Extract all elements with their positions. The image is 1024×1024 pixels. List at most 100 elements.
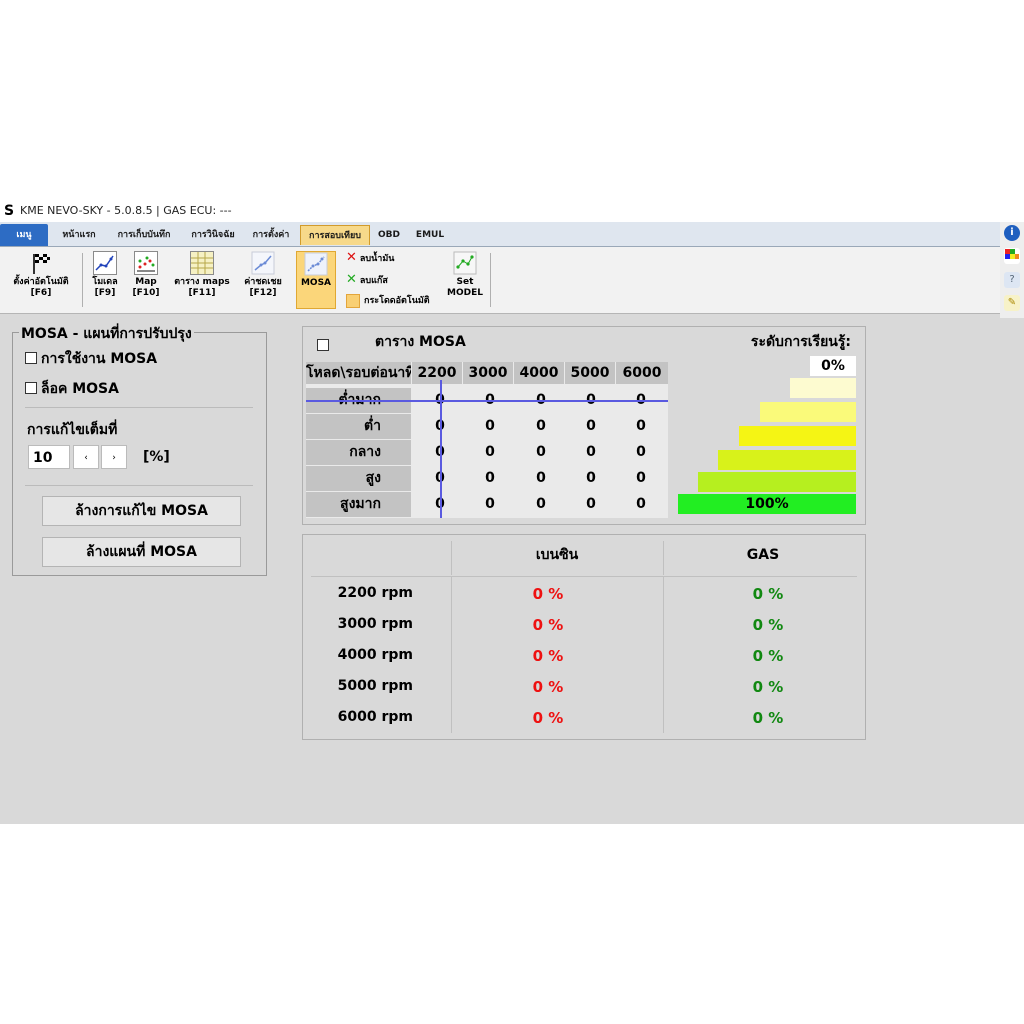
table-cell[interactable]: 0 — [516, 466, 566, 491]
ribbon-tabs: เมนู หน้าแรก การเก็บบันทึก การวินิจฉัย ก… — [0, 222, 1000, 247]
map-key: [F10] — [132, 288, 160, 298]
tab-emul[interactable]: EMUL — [410, 225, 450, 245]
table-cell[interactable]: 0 — [566, 440, 616, 465]
map-chart-icon — [134, 251, 158, 275]
table-cell[interactable]: 0 — [566, 492, 616, 517]
tab-calibration[interactable]: การสอบเทียบ — [300, 225, 370, 245]
load-row-header: กลาง — [306, 440, 411, 465]
ribbon-separator — [490, 253, 491, 307]
set-model-button[interactable]: Set MODEL — [446, 251, 484, 309]
auto-jump-checkbox[interactable]: กระโดดอัตโนมัติ — [346, 293, 430, 309]
table-cell[interactable]: 0 — [566, 414, 616, 439]
tab-home[interactable]: หน้าแรก — [54, 225, 104, 245]
ribbon: ตั้งค่าอัตโนมัติ [F6] โมเดล [F9] Map [F1… — [0, 247, 1000, 314]
window-title: KME NEVO-SKY - 5.0.8.5 | GAS ECU: --- — [20, 204, 232, 217]
table-cell[interactable]: 0 — [465, 492, 515, 517]
maps-table-button[interactable]: ตาราง maps [F11] — [170, 251, 234, 309]
model-chart-icon — [93, 251, 117, 275]
learning-level-step — [760, 402, 856, 422]
divider — [25, 407, 253, 408]
divider — [25, 485, 253, 486]
learning-level-step — [739, 426, 856, 446]
delete-petrol-button[interactable]: ✕ ลบน้ำมัน — [346, 250, 394, 266]
petrol-correction-value: 0 % — [532, 585, 564, 603]
petrol-correction-value: 0 % — [532, 616, 564, 634]
auto-settings-button[interactable]: ตั้งค่าอัตโนมัติ [F6] — [6, 251, 76, 309]
table-cell[interactable]: 0 — [516, 492, 566, 517]
tab-menu[interactable]: เมนู — [0, 224, 48, 246]
cursor-horizontal-line — [306, 400, 668, 402]
set-model-line2: MODEL — [447, 288, 483, 298]
maps-table-key: [F11] — [188, 288, 216, 298]
table-cell[interactable]: 0 — [616, 414, 666, 439]
mosa-table-checkbox[interactable] — [317, 339, 329, 351]
app-logo-icon: S — [4, 203, 15, 219]
learning-level-step — [718, 450, 856, 470]
table-cell[interactable]: 0 — [566, 466, 616, 491]
max-correction-label: การแก้ไขเต็มที่ — [27, 422, 118, 438]
compensation-chart-icon — [251, 251, 275, 275]
table-cell[interactable]: 0 — [616, 440, 666, 465]
table-cell[interactable]: 0 — [616, 466, 666, 491]
tab-diagnostics[interactable]: การวินิจฉัย — [184, 225, 242, 245]
notes-icon[interactable]: ✎ — [1004, 295, 1020, 311]
learning-level-value: 0% — [810, 356, 856, 376]
summary-row-label: 5000 rpm — [337, 678, 413, 694]
map-label: Map — [135, 277, 157, 287]
mosa-table-title: ตาราง MOSA — [375, 334, 466, 350]
summary-row-label: 3000 rpm — [337, 616, 413, 632]
mosa-chart-icon — [304, 252, 328, 276]
increment-button[interactable]: › — [101, 445, 127, 469]
tab-logging[interactable]: การเก็บบันทึก — [108, 225, 180, 245]
max-correction-input[interactable]: 10 — [28, 445, 70, 469]
summary-row-label: 4000 rpm — [337, 647, 413, 663]
table-cell[interactable]: 0 — [465, 440, 515, 465]
table-cell[interactable]: 0 — [616, 492, 666, 517]
info-icon[interactable]: i — [1004, 225, 1020, 241]
lock-mosa-checkbox[interactable]: ล็อค MOSA — [25, 378, 119, 400]
compensation-button[interactable]: ค่าชดเชย [F12] — [232, 251, 294, 309]
right-toolbar: i ? ✎ — [1000, 222, 1024, 318]
use-mosa-label: การใช้งาน MOSA — [41, 351, 158, 367]
use-mosa-checkbox[interactable]: การใช้งาน MOSA — [25, 348, 157, 370]
help-icon[interactable]: ? — [1004, 272, 1020, 288]
auto-settings-key: [F6] — [30, 288, 52, 298]
rpm-header: 5000 — [565, 362, 615, 384]
mosa-label: MOSA — [300, 278, 332, 288]
load-row-header: สูงมาก — [306, 492, 411, 517]
tab-obd[interactable]: OBD — [374, 225, 404, 245]
delete-gas-button[interactable]: ✕ ลบแก๊ส — [346, 272, 388, 288]
table-corner-header: โหลด\รอบต่อนาที — [306, 362, 411, 384]
table-cell[interactable]: 0 — [465, 414, 515, 439]
close-icon: ✕ — [346, 250, 357, 265]
gas-correction-value: 0 % — [752, 709, 784, 727]
load-row-header: สูง — [306, 466, 411, 491]
gas-correction-value: 0 % — [752, 678, 784, 696]
cursor-vertical-line — [440, 380, 442, 518]
set-model-line1: Set — [456, 277, 474, 287]
table-cell[interactable]: 0 — [516, 440, 566, 465]
petrol-correction-value: 0 % — [532, 709, 564, 727]
compensation-key: [F12] — [249, 288, 277, 298]
tab-settings[interactable]: การตั้งค่า — [246, 225, 296, 245]
model-key: [F9] — [94, 288, 116, 298]
decrement-button[interactable]: ‹ — [73, 445, 99, 469]
map-button[interactable]: Map [F10] — [126, 251, 166, 309]
learning-level-full: 100% — [678, 494, 856, 514]
maps-table-label: ตาราง maps — [174, 277, 230, 287]
auto-settings-label: ตั้งค่าอัตโนมัติ — [13, 277, 69, 287]
delete-petrol-label: ลบน้ำมัน — [359, 254, 395, 264]
mosa-button[interactable]: MOSA — [296, 251, 336, 309]
header-divider — [311, 576, 857, 577]
colors-icon[interactable] — [1004, 248, 1020, 264]
table-cell[interactable]: 0 — [516, 414, 566, 439]
unit-label: [%] — [143, 449, 170, 465]
mosa-table: โหลด\รอบต่อนาที 2200 3000 4000 5000 6000… — [306, 362, 668, 518]
clear-mosa-correction-button[interactable]: ล้างการแก้ไข MOSA — [42, 496, 241, 526]
model-button[interactable]: โมเดล [F9] — [88, 251, 122, 309]
checkbox-icon — [346, 293, 360, 308]
gas-correction-value: 0 % — [752, 647, 784, 665]
table-grid-icon — [190, 251, 214, 275]
table-cell[interactable]: 0 — [465, 466, 515, 491]
clear-mosa-map-button[interactable]: ล้างแผนที่ MOSA — [42, 537, 241, 567]
